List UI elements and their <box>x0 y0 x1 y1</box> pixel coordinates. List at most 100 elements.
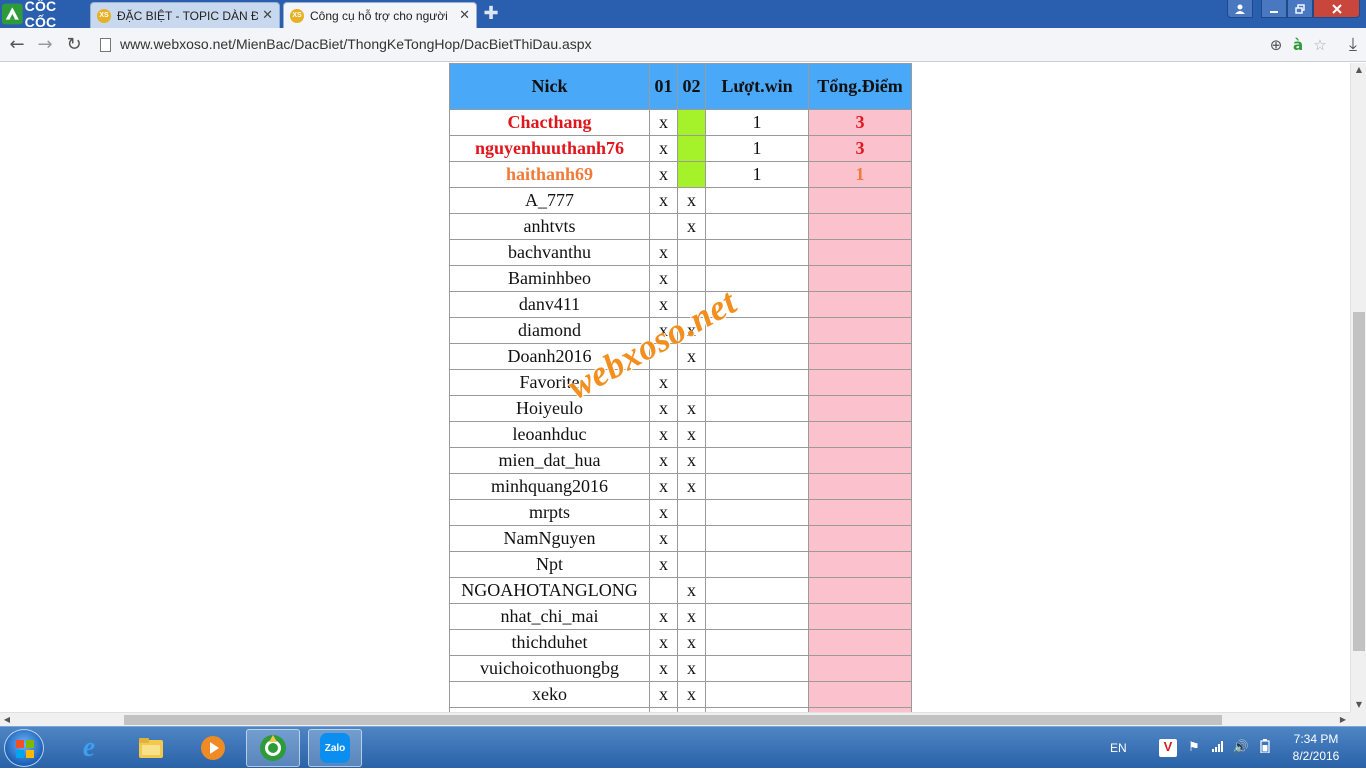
tab-cong-cu[interactable]: XS Công cụ hỗ trợ cho người ✕ <box>283 2 477 28</box>
browser-titlebar: CỐC CỐC XS ĐẶC BIỆT - TOPIC DÀN ĐẶ ✕ XS … <box>0 0 1366 30</box>
cell-nick: mrpts <box>449 499 650 526</box>
taskbar-media-player[interactable] <box>186 729 240 767</box>
taskbar-explorer[interactable] <box>124 729 178 767</box>
address-bar[interactable]: www.webxoso.net/MienBac/DacBiet/ThongKeT… <box>96 32 1336 58</box>
cell-points: 1 <box>808 161 912 188</box>
cell-nick: Doanh2016 <box>449 343 650 370</box>
close-window-icon[interactable] <box>1313 0 1360 18</box>
start-button[interactable] <box>4 729 44 767</box>
browser-brand[interactable]: CỐC CỐC <box>2 0 88 30</box>
cell-win <box>705 213 809 240</box>
cell-02: x <box>677 629 706 656</box>
cell-points <box>808 473 912 500</box>
cell-01: x <box>649 317 678 344</box>
cell-02: x <box>677 577 706 604</box>
horizontal-scroll-thumb[interactable] <box>124 715 1222 725</box>
restore-icon[interactable] <box>1287 0 1313 18</box>
cell-01: x <box>649 239 678 266</box>
cell-01: x <box>649 395 678 422</box>
forward-arrow-icon[interactable]: → <box>34 34 56 56</box>
table-row: anhtvts x <box>449 213 912 240</box>
header-points: Tổng.Điểm <box>808 63 912 110</box>
language-indicator[interactable]: EN <box>1110 727 1127 769</box>
table-row: haithanh69 x 1 1 <box>449 161 912 188</box>
cell-02 <box>677 551 706 578</box>
scroll-right-icon[interactable]: ▶ <box>1336 713 1350 727</box>
cell-01: x <box>649 473 678 500</box>
cell-points <box>808 499 912 526</box>
zoom-icon[interactable]: ⊕ <box>1266 35 1286 55</box>
action-center-flag-icon[interactable]: ⚑ <box>1185 739 1203 757</box>
battery-icon[interactable] <box>1256 739 1274 757</box>
taskbar-zalo[interactable]: Zalo <box>308 729 362 767</box>
cell-win <box>705 395 809 422</box>
cell-win <box>705 525 809 552</box>
ie-icon: e <box>82 732 96 763</box>
cell-nick: vuichoicothuongbg <box>449 655 650 682</box>
cell-nick: mien_dat_hua <box>449 447 650 474</box>
taskbar-ie[interactable]: e <box>62 729 116 767</box>
new-tab-icon[interactable]: ✚ <box>482 5 500 23</box>
cell-02: x <box>677 603 706 630</box>
tab-dac-biet[interactable]: XS ĐẶC BIỆT - TOPIC DÀN ĐẶ ✕ <box>90 2 280 28</box>
cell-nick: Baminhbeo <box>449 265 650 292</box>
tab-close-icon[interactable]: ✕ <box>262 8 273 23</box>
scroll-left-icon[interactable]: ◀ <box>0 713 14 727</box>
cell-win <box>705 447 809 474</box>
taskbar-coccoc[interactable] <box>246 729 300 767</box>
cell-01: x <box>649 655 678 682</box>
cell-01: x <box>649 161 678 188</box>
cell-02: x <box>677 421 706 448</box>
horizontal-scrollbar[interactable]: ◀ ▶ <box>0 712 1350 726</box>
cell-01: x <box>649 629 678 656</box>
bookmark-star-icon[interactable]: ☆ <box>1310 35 1330 55</box>
cell-01: x <box>649 135 678 162</box>
network-signal-icon[interactable] <box>1209 739 1227 757</box>
vietnamese-input-icon[interactable]: à <box>1288 35 1308 55</box>
header-nick: Nick <box>449 63 650 110</box>
user-profile-icon[interactable] <box>1227 0 1253 18</box>
cell-01 <box>649 213 678 240</box>
vertical-scroll-thumb[interactable] <box>1353 312 1365 651</box>
cell-points <box>808 395 912 422</box>
cell-01: x <box>649 421 678 448</box>
cell-points <box>808 681 912 708</box>
table-row: Doanh2016 x <box>449 343 912 370</box>
cell-01: x <box>649 603 678 630</box>
cell-win <box>705 629 809 656</box>
page-viewport: Nick 01 02 Lượt.win Tổng.Điểm Chacthang x… <box>0 63 1350 712</box>
coccoc-logo-icon <box>2 3 23 25</box>
cell-points <box>808 655 912 682</box>
back-arrow-icon[interactable]: ← <box>6 34 28 56</box>
url-text[interactable]: www.webxoso.net/MienBac/DacBiet/ThongKeT… <box>120 36 592 52</box>
minimize-icon[interactable] <box>1261 0 1287 18</box>
table-row: minhquang2016 x x <box>449 473 912 500</box>
cell-points <box>808 239 912 266</box>
vertical-scrollbar[interactable]: ▲ ▼ <box>1350 63 1366 712</box>
cell-nick: nguyenhuuthanh76 <box>449 135 650 162</box>
cell-points <box>808 369 912 396</box>
cell-02: x <box>677 187 706 214</box>
cell-points <box>808 603 912 630</box>
system-clock[interactable]: 7:34 PM 8/2/2016 <box>1280 731 1352 765</box>
cell-win <box>705 551 809 578</box>
scroll-up-icon[interactable]: ▲ <box>1351 63 1366 77</box>
scroll-down-icon[interactable]: ▼ <box>1351 698 1366 712</box>
tab-close-icon[interactable]: ✕ <box>459 8 470 23</box>
clock-time: 7:34 PM <box>1293 732 1339 746</box>
download-icon[interactable]: ⤓ <box>1342 34 1364 56</box>
table-row: thichduhet x x <box>449 629 912 656</box>
table-row: diamond x x <box>449 317 912 344</box>
cell-nick: diamond <box>449 317 650 344</box>
table-row: mrpts x <box>449 499 912 526</box>
cell-02 <box>677 291 706 318</box>
cell-points <box>808 343 912 370</box>
reload-icon[interactable]: ↻ <box>63 34 85 56</box>
media-player-icon <box>201 736 225 760</box>
cell-nick: Npt <box>449 551 650 578</box>
volume-icon[interactable]: 🔊 <box>1232 739 1250 757</box>
header-win: Lượt.win <box>705 63 809 110</box>
cell-01: x <box>649 525 678 552</box>
unikey-v-icon[interactable]: V <box>1159 739 1177 757</box>
cell-points <box>808 291 912 318</box>
